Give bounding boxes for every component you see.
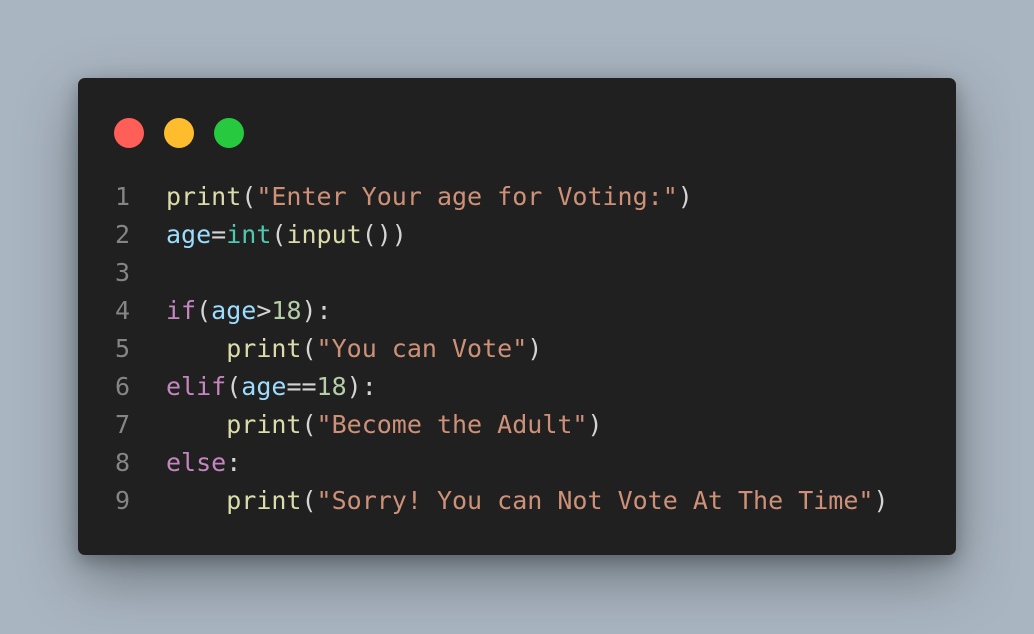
- code-token: if: [166, 296, 197, 325]
- code-line: 3: [78, 254, 956, 292]
- code-token: =: [211, 220, 227, 249]
- code-line: 1 print("Enter Your age for Voting:"): [78, 178, 956, 216]
- code-token: "You can Vote": [316, 334, 528, 363]
- code-token: >: [256, 296, 272, 325]
- line-source: print("Become the Adult"): [166, 406, 603, 444]
- code-token: input: [286, 220, 362, 249]
- code-window: 1 print("Enter Your age for Voting:") 2 age…: [78, 78, 956, 555]
- code-token: ):: [346, 372, 377, 401]
- line-number: 2: [114, 220, 130, 249]
- code-token: ): [587, 410, 603, 439]
- line-number: 9: [114, 486, 130, 515]
- code-token: (: [241, 182, 257, 211]
- code-token: ==: [286, 372, 317, 401]
- code-token: "Enter Your age for Voting:": [256, 182, 678, 211]
- line-source: print("You can Vote"): [166, 330, 542, 368]
- code-token: print: [226, 334, 302, 363]
- code-token: elif: [166, 372, 227, 401]
- code-token: 18: [271, 296, 302, 325]
- code-token: age: [211, 296, 257, 325]
- close-dot-icon[interactable]: [114, 118, 144, 148]
- code-token: (: [301, 334, 317, 363]
- code-line: 4 if(age>18):: [78, 292, 956, 330]
- line-number: 7: [114, 410, 130, 439]
- code-token: int: [226, 220, 272, 249]
- code-token: :: [226, 448, 242, 477]
- code-token: ): [527, 334, 543, 363]
- code-line: 6 elif(age==18):: [78, 368, 956, 406]
- code-token: (: [196, 296, 212, 325]
- line-source: age=int(input()): [166, 216, 407, 254]
- maximize-dot-icon[interactable]: [214, 118, 244, 148]
- line-number: 4: [114, 296, 130, 325]
- code-line: 8 else:: [78, 444, 956, 482]
- code-line: 7 print("Become the Adult"): [78, 406, 956, 444]
- line-number: 1: [114, 182, 130, 211]
- code-token: ): [677, 182, 693, 211]
- code-line: 9 print("Sorry! You can Not Vote At The …: [78, 482, 956, 520]
- code-line: 5 print("You can Vote"): [78, 330, 956, 368]
- code-token: print: [226, 486, 302, 515]
- code-token: else: [166, 448, 227, 477]
- code-token: (: [301, 486, 317, 515]
- line-source: print("Enter Your age for Voting:"): [166, 178, 693, 216]
- code-token: (: [301, 410, 317, 439]
- window-controls: [114, 118, 244, 148]
- line-number: 3: [114, 258, 130, 287]
- code-block: 1 print("Enter Your age for Voting:") 2 age…: [78, 178, 956, 520]
- code-token: print: [166, 182, 242, 211]
- code-token: ):: [301, 296, 332, 325]
- code-token: "Become the Adult": [316, 410, 588, 439]
- line-number: 5: [114, 334, 130, 363]
- code-token: (: [226, 372, 242, 401]
- code-token: print: [226, 410, 302, 439]
- code-token: ()): [361, 220, 407, 249]
- line-source: elif(age==18):: [166, 368, 377, 406]
- code-token: "Sorry! You can Not Vote At The Time": [316, 486, 874, 515]
- line-source: print("Sorry! You can Not Vote At The Ti…: [166, 482, 889, 520]
- line-number: 6: [114, 372, 130, 401]
- code-token: 18: [316, 372, 347, 401]
- line-source: else:: [166, 444, 241, 482]
- code-token: age: [166, 220, 212, 249]
- minimize-dot-icon[interactable]: [164, 118, 194, 148]
- code-token: ): [873, 486, 889, 515]
- line-source: if(age>18):: [166, 292, 332, 330]
- code-token: (: [271, 220, 287, 249]
- code-line: 2 age=int(input()): [78, 216, 956, 254]
- line-number: 8: [114, 448, 130, 477]
- code-token: age: [241, 372, 287, 401]
